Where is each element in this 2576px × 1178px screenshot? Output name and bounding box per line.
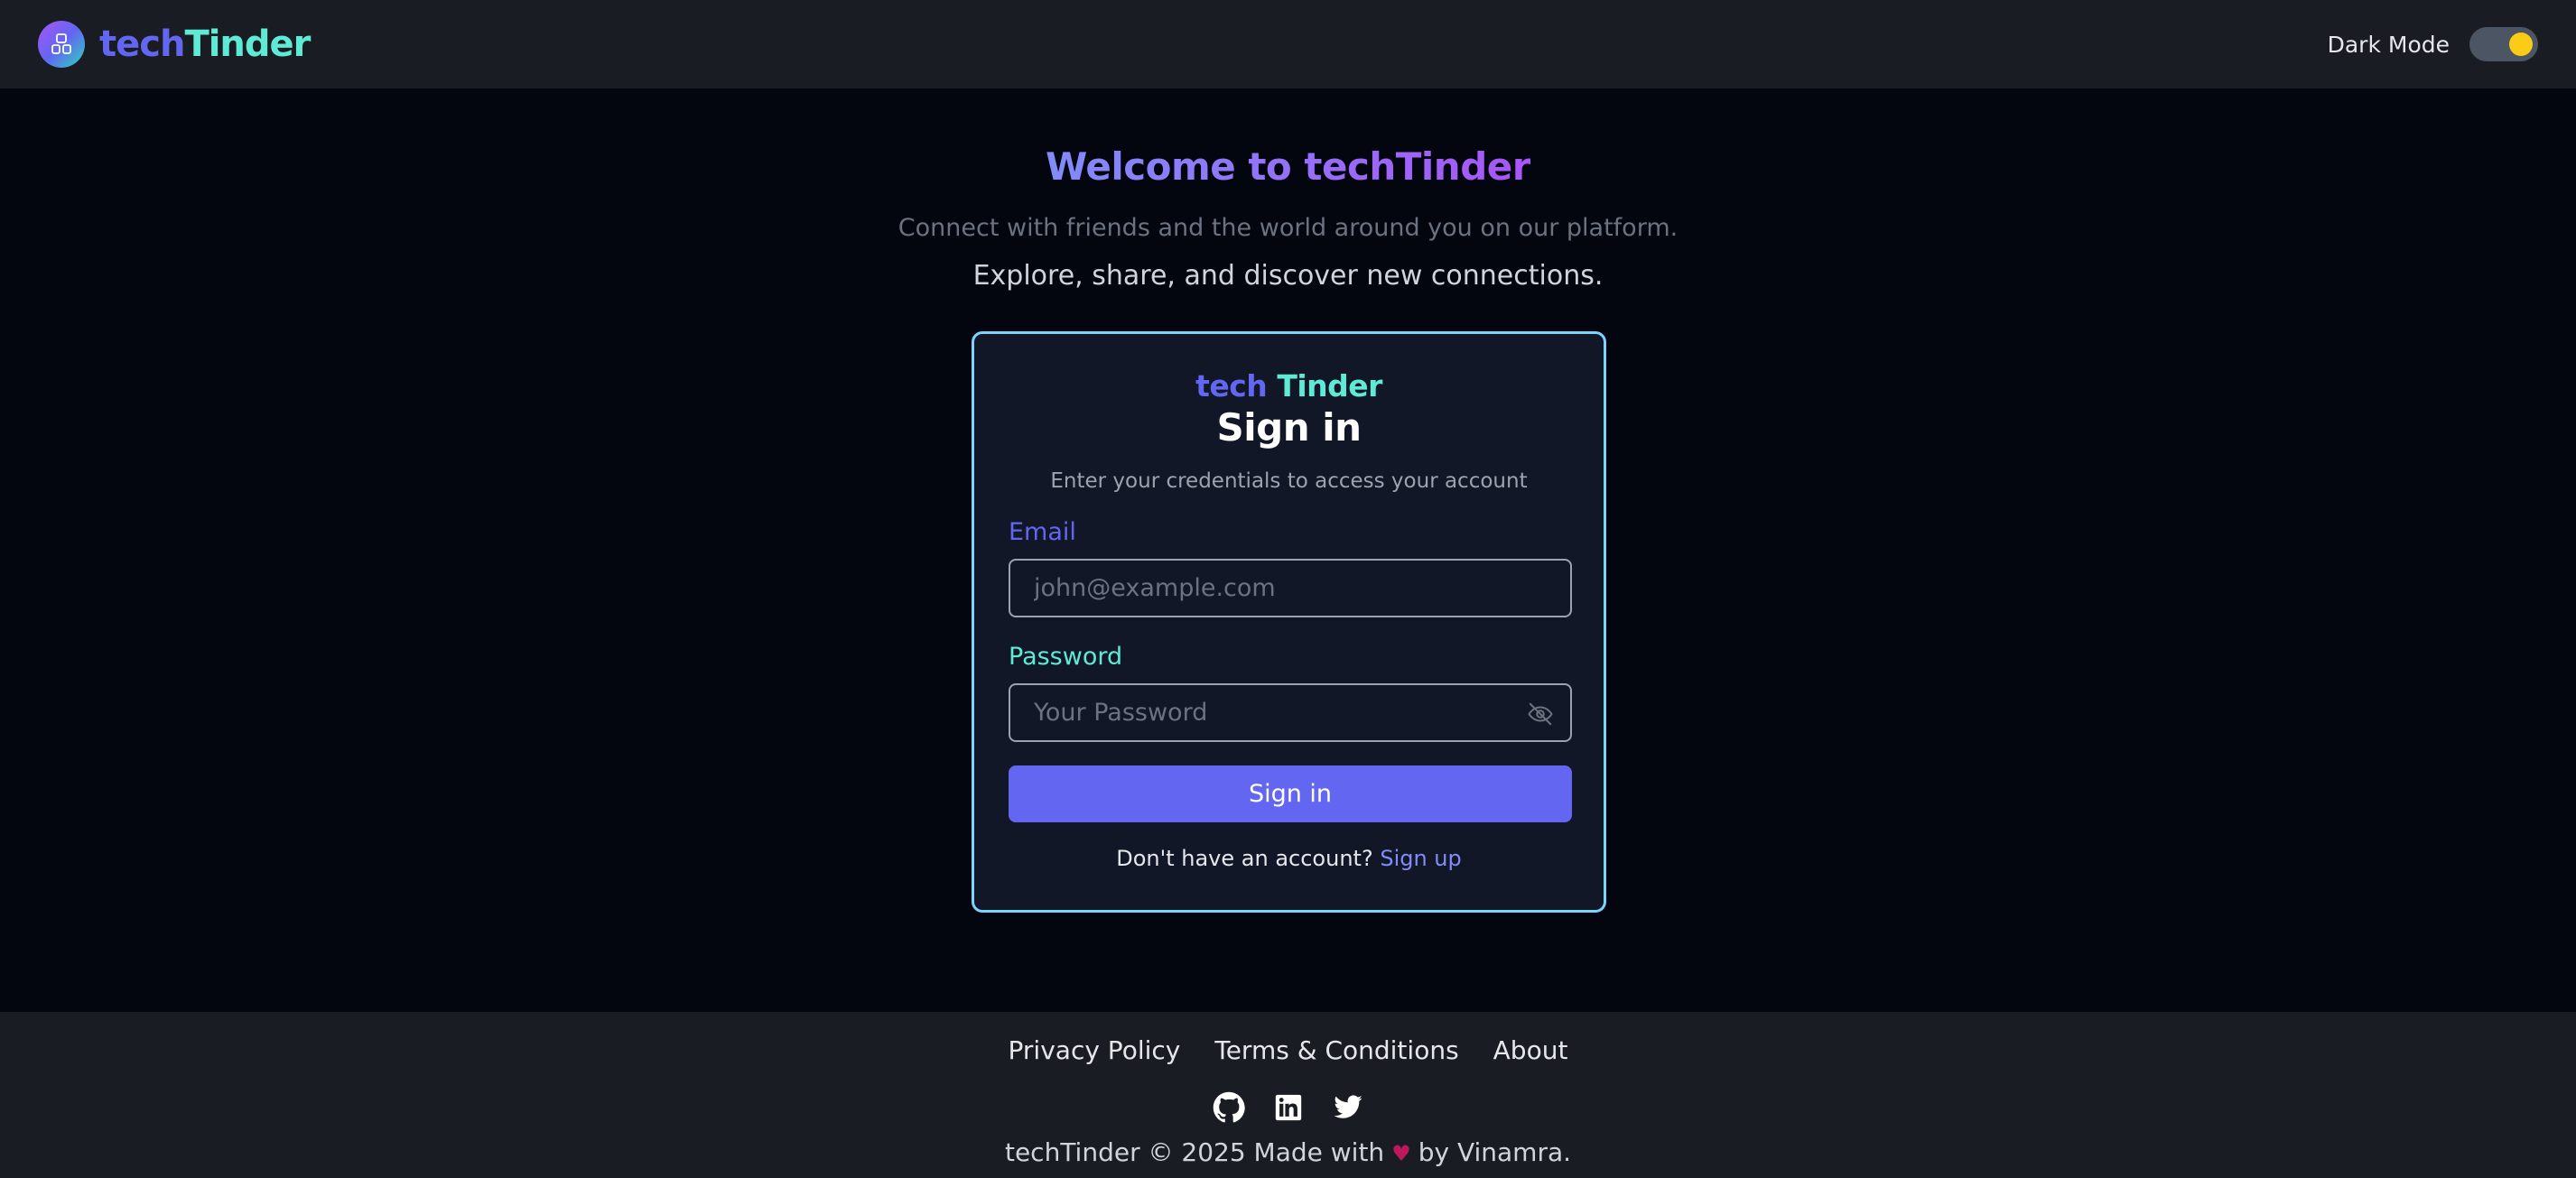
signup-prompt: Don't have an account? Sign up (1009, 846, 1569, 871)
dark-mode-label: Dark Mode (2327, 31, 2450, 58)
people-icon (38, 21, 85, 68)
hero-title: Welcome to techTinder (1046, 144, 1530, 189)
card-brand-tech: tech (1195, 368, 1268, 403)
password-label: Password (1009, 643, 1123, 671)
brand-name-tinder: Tinder (184, 23, 311, 65)
signin-button[interactable]: Sign in (1009, 765, 1572, 822)
dark-mode-toggle[interactable] (2469, 27, 2538, 61)
brand-name: techTinder (99, 23, 311, 65)
card-brand-tinder: Tinder (1277, 368, 1382, 403)
heart-icon: ♥ (1391, 1141, 1411, 1166)
social-links (0, 1090, 2576, 1125)
copyright-suffix: by Vinamra. (1418, 1137, 1572, 1167)
card-brand: tech Tinder (1009, 368, 1569, 403)
email-field-wrapper (1009, 559, 1572, 617)
footer-link-terms[interactable]: Terms & Conditions (1214, 1035, 1458, 1065)
signin-description: Enter your credentials to access your ac… (1050, 469, 1528, 493)
eye-off-icon[interactable] (1527, 700, 1554, 731)
signin-card: tech Tinder Sign in Enter your credentia… (972, 331, 1606, 913)
copyright-prefix: techTinder © 2025 Made with (1004, 1137, 1385, 1167)
password-field-wrapper (1009, 683, 1572, 742)
signup-prompt-text: Don't have an account? (1116, 846, 1373, 871)
footer-links: Privacy Policy Terms & Conditions About (0, 1035, 2576, 1065)
hero-subtitle: Connect with friends and the world aroun… (897, 214, 1679, 242)
hero-tagline: Explore, share, and discover new connect… (972, 260, 1604, 292)
navbar: techTinder Dark Mode (0, 0, 2576, 88)
signin-title: Sign in (1216, 405, 1362, 450)
twitter-icon[interactable] (1331, 1090, 1365, 1125)
email-input[interactable] (1034, 561, 1547, 616)
github-icon[interactable] (1212, 1090, 1246, 1125)
footer-link-about[interactable]: About (1493, 1035, 1568, 1065)
footer-link-privacy[interactable]: Privacy Policy (1009, 1035, 1181, 1065)
email-label: Email (1009, 518, 1076, 546)
password-input[interactable] (1034, 685, 1547, 740)
signup-link[interactable]: Sign up (1380, 846, 1461, 871)
brand-name-tech: tech (99, 23, 185, 65)
hero: Welcome to techTinder Connect with frien… (0, 144, 2576, 292)
brand-logo-link[interactable]: techTinder (38, 21, 311, 68)
theme-toggle-group: Dark Mode (2328, 27, 2538, 61)
linkedin-icon[interactable] (1271, 1090, 1306, 1125)
footer: Privacy Policy Terms & Conditions About … (0, 1012, 2576, 1178)
copyright: techTinder © 2025 Made with ♥ by Vinamra. (0, 1137, 2576, 1167)
toggle-knob (2509, 32, 2533, 56)
